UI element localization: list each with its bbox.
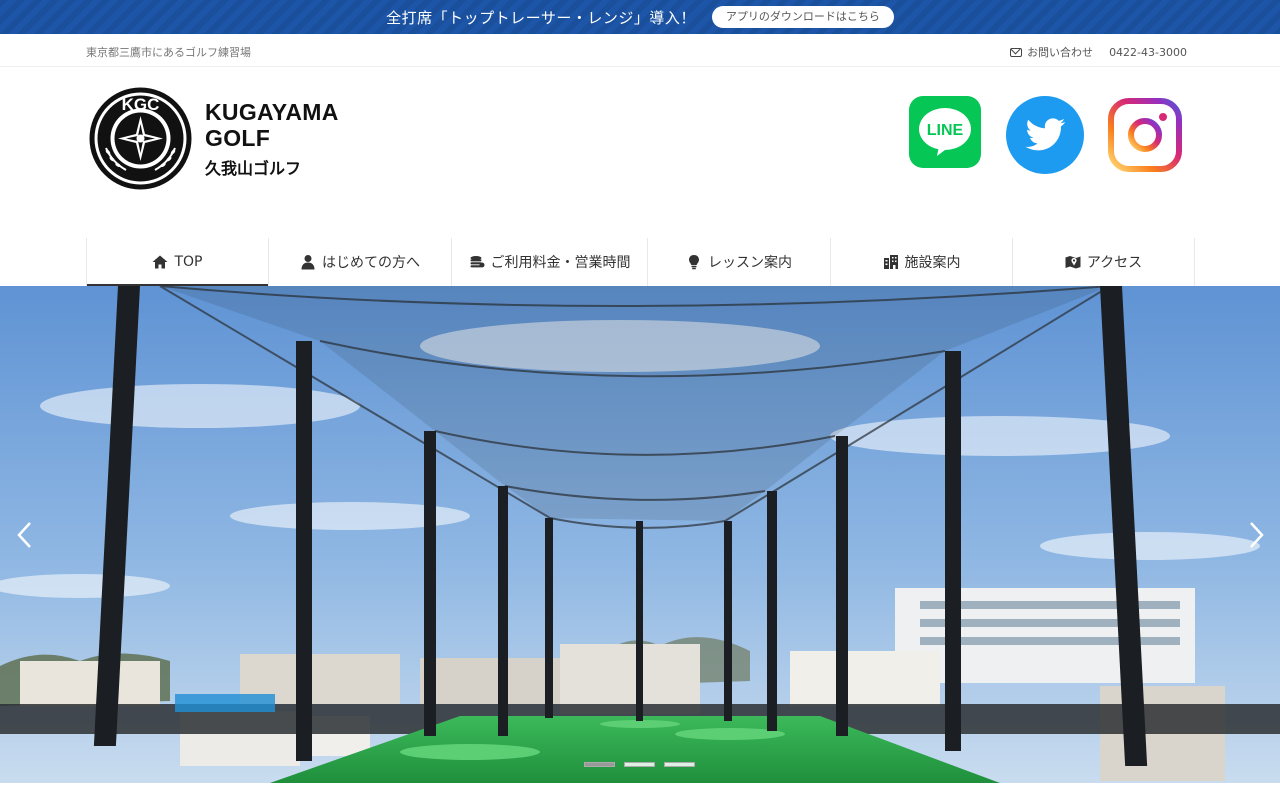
slide-image-driving-range bbox=[0, 286, 1280, 783]
brand-name-en-line1: KUGAYAMA bbox=[205, 98, 339, 125]
twitter-icon[interactable] bbox=[1005, 95, 1085, 175]
home-icon bbox=[152, 255, 168, 269]
nav-item-pricing-hours[interactable]: ご利用料金・営業時間 bbox=[451, 238, 647, 286]
nav-item-facilities[interactable]: 施設案内 bbox=[830, 238, 1012, 286]
coins-icon bbox=[470, 256, 484, 268]
info-bar: 東京都三鷹市にあるゴルフ練習場 お問い合わせ 0422-43-3000 bbox=[0, 34, 1280, 67]
kgc-emblem-icon: KGC bbox=[89, 87, 192, 190]
slider-prev-arrow-icon[interactable] bbox=[10, 518, 40, 552]
nav-label-facilities: 施設案内 bbox=[904, 255, 961, 271]
nav-label-pricing-hours: ご利用料金・営業時間 bbox=[490, 255, 631, 271]
contact-area: お問い合わせ 0422-43-3000 bbox=[1010, 44, 1187, 60]
announcement-text: 全打席「トップトレーサー・レンジ」導入！ bbox=[386, 8, 696, 27]
nav-label-top: TOP bbox=[174, 254, 203, 270]
slider-dot-3[interactable] bbox=[664, 762, 695, 767]
instagram-icon[interactable] bbox=[1108, 98, 1182, 172]
line-icon-label: LINE bbox=[927, 122, 964, 139]
contact-label: お問い合わせ bbox=[1027, 46, 1094, 59]
brand-name-en-line2: GOLF bbox=[205, 124, 271, 151]
building-icon bbox=[883, 255, 898, 269]
user-icon bbox=[301, 255, 315, 270]
contact-link[interactable]: お問い合わせ bbox=[1010, 44, 1093, 60]
site-tagline: 東京都三鷹市にあるゴルフ練習場 bbox=[86, 46, 251, 59]
nav-item-beginners[interactable]: はじめての方へ bbox=[268, 238, 451, 286]
nav-label-access: アクセス bbox=[1086, 255, 1143, 271]
map-icon bbox=[1065, 256, 1081, 269]
slider-pagination bbox=[584, 762, 695, 767]
app-download-button[interactable]: アプリのダウンロードはこちら bbox=[711, 6, 894, 28]
hero-slider bbox=[0, 286, 1280, 783]
nav-label-beginners: はじめての方へ bbox=[322, 255, 420, 271]
lightbulb-icon bbox=[689, 255, 699, 270]
brand-name-ja: 久我山ゴルフ bbox=[205, 158, 302, 178]
phone-number[interactable]: 0422-43-3000 bbox=[1109, 46, 1187, 59]
nav-label-lessons: レッスン案内 bbox=[708, 255, 792, 271]
brand-name: KUGAYAMA GOLF 久我山ゴルフ bbox=[205, 99, 339, 179]
slider-dot-2[interactable] bbox=[624, 762, 655, 767]
line-icon[interactable]: LINE bbox=[909, 96, 981, 168]
announcement-bar: 全打席「トップトレーサー・レンジ」導入！ アプリのダウンロードはこちら bbox=[0, 0, 1280, 34]
emblem-text: KGC bbox=[122, 95, 160, 114]
mail-icon bbox=[1010, 47, 1023, 57]
nav-item-access[interactable]: アクセス bbox=[1012, 238, 1195, 286]
nav-item-top[interactable]: TOP bbox=[86, 238, 268, 286]
main-nav: TOP はじめての方へ ご利用料金・営業時間 レッスン案内 施設案内 アクセス bbox=[86, 238, 1195, 286]
slider-dot-1[interactable] bbox=[584, 762, 615, 767]
nav-item-lessons[interactable]: レッスン案内 bbox=[647, 238, 830, 286]
site-logo[interactable]: KGC KUGAYAMA GOLF 久我山ゴルフ bbox=[88, 86, 339, 191]
slider-next-arrow-icon[interactable] bbox=[1241, 518, 1271, 552]
